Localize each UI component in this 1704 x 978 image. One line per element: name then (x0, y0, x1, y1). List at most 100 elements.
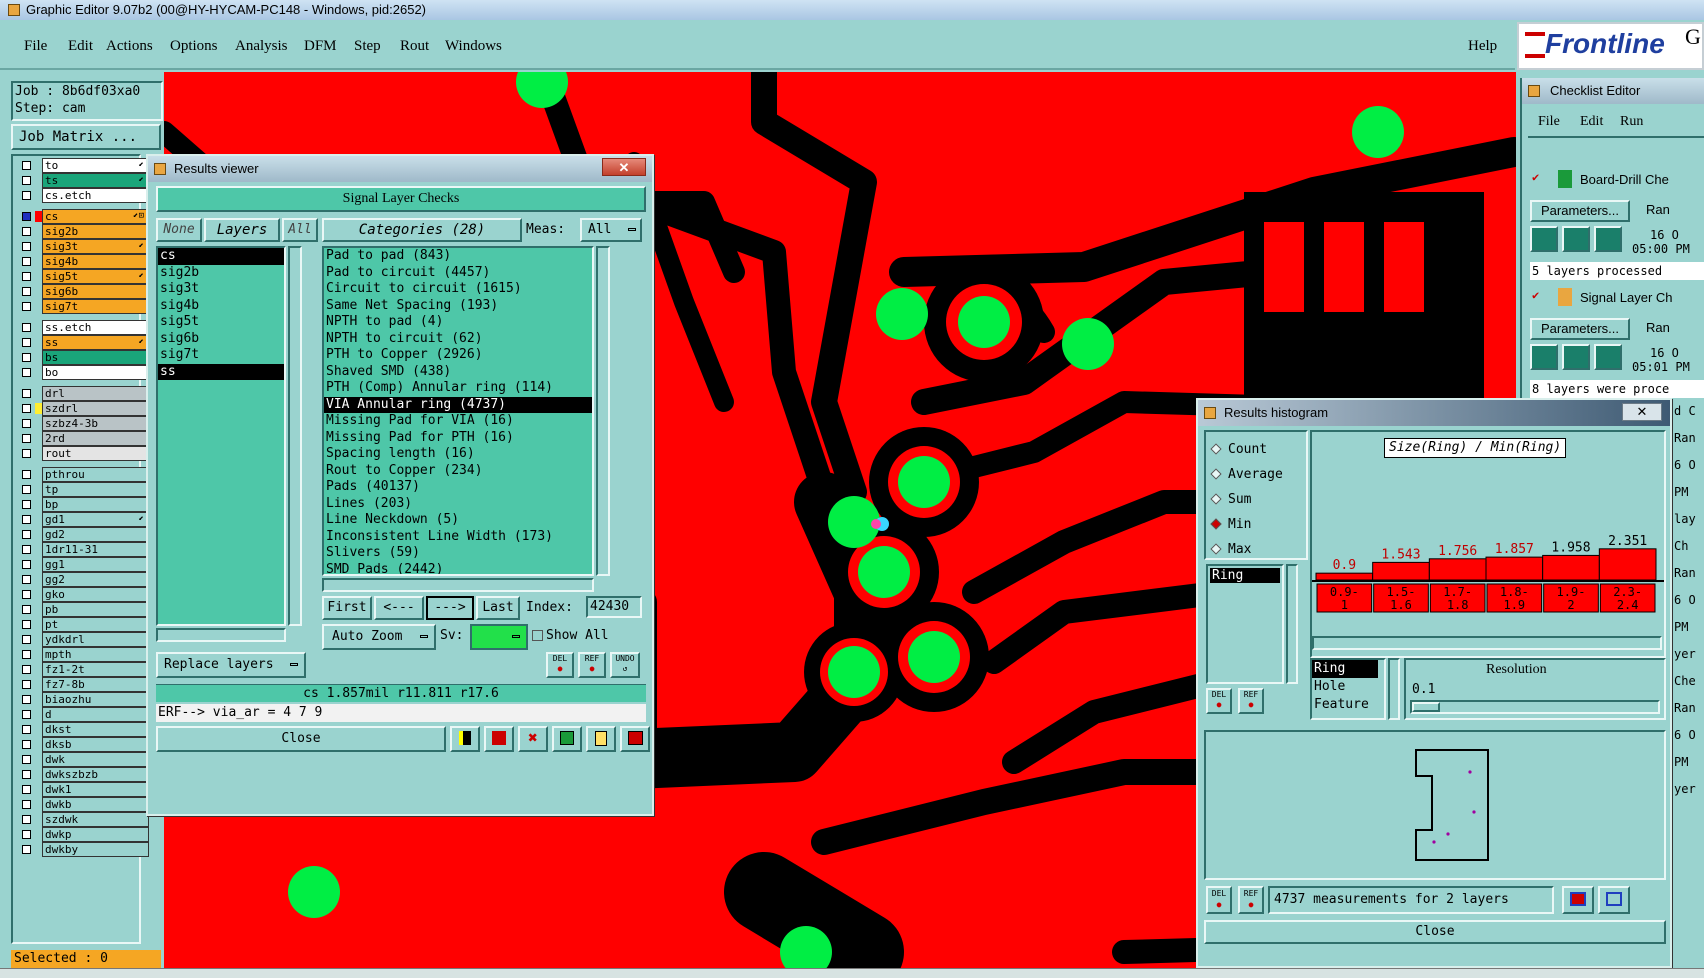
layer-name[interactable]: pthrou (42, 467, 149, 482)
layer-checkbox[interactable] (22, 605, 31, 614)
next-button[interactable]: ---> (426, 596, 474, 620)
layer-name[interactable]: gko (42, 587, 149, 602)
layer-row[interactable]: ydkdrl (18, 632, 149, 647)
histogram-bar[interactable] (1315, 572, 1374, 581)
layer-row[interactable]: pt (18, 617, 149, 632)
layer-row[interactable]: ss.etch (18, 320, 149, 335)
layer-row[interactable]: sig6b (18, 284, 149, 299)
category-item[interactable]: Same Net Spacing (193) (324, 298, 592, 315)
layer-checkbox[interactable] (22, 650, 31, 659)
layer-checkbox[interactable] (22, 434, 31, 443)
close-icon[interactable]: ✕ (1622, 403, 1662, 421)
resolution-slider[interactable] (1410, 700, 1660, 714)
none-button[interactable]: None (156, 218, 202, 242)
layer-checkbox[interactable] (22, 770, 31, 779)
all-button[interactable]: All (282, 218, 318, 242)
result-layer-item[interactable]: sig6b (158, 331, 284, 348)
layer-row[interactable]: szdwk (18, 812, 149, 827)
layer-row[interactable]: sig5t ⬋ (18, 269, 149, 284)
job-matrix-button[interactable]: Job Matrix ... (11, 124, 161, 150)
layer-name[interactable]: pt (42, 617, 149, 632)
layer-checkbox[interactable] (22, 272, 31, 281)
category-item[interactable]: Inconsistent Line Width (173) (324, 529, 592, 546)
layer-name[interactable]: bp (42, 497, 149, 512)
category-item[interactable]: Missing Pad for PTH (16) (324, 430, 592, 447)
index-field[interactable]: 42430 (586, 596, 642, 618)
layer-row[interactable]: fz7-8b (18, 677, 149, 692)
layer-checkbox[interactable] (22, 575, 31, 584)
layer-row[interactable]: gg1 (18, 557, 149, 572)
layer-checkbox[interactable] (22, 560, 31, 569)
layer-checkbox[interactable] (22, 680, 31, 689)
layer-name[interactable]: cs.etch (42, 188, 149, 203)
layer-name[interactable]: dwk (42, 752, 149, 767)
layer-name[interactable]: dwkb (42, 797, 149, 812)
categories-button[interactable]: Categories (28) (322, 218, 522, 242)
del-button[interactable]: DEL ● (1206, 688, 1232, 714)
layer-checkbox[interactable] (22, 419, 31, 428)
layer-row[interactable]: fz1-2t (18, 662, 149, 677)
feature-list[interactable]: Ring Hole Feature (1310, 658, 1386, 720)
layer-name[interactable]: gg2 (42, 572, 149, 587)
mode-radio[interactable]: Max (1210, 540, 1251, 560)
checklist-item-name[interactable]: Signal Layer Ch (1580, 290, 1673, 305)
tool-export-icon[interactable] (484, 726, 514, 752)
layer-result-list[interactable]: cs sig2b sig3t sig4b sig5t sig6b sig7t ss (156, 246, 286, 626)
del-button[interactable]: DEL ● (546, 652, 574, 678)
histogram-chart[interactable]: 0.9 0.9-1 1.543 1.5-1.6 1.756 1.7-1.8 1.857 1.8… (1312, 432, 1664, 632)
layer-name[interactable]: dksb (42, 737, 149, 752)
layer-row[interactable]: 1dr11-31 (18, 542, 149, 557)
layer-name[interactable]: ts (42, 173, 149, 188)
layer-row[interactable]: bo (18, 365, 149, 380)
layer-name[interactable]: sig2b (42, 224, 149, 239)
layer-name[interactable]: drl (42, 386, 149, 401)
run-icon[interactable] (1530, 344, 1558, 370)
feature-scrollbar[interactable] (1388, 658, 1400, 720)
check-icon[interactable]: ✔ (1532, 170, 1539, 184)
histogram-bar[interactable] (1428, 558, 1487, 581)
layer-row[interactable]: dkst (18, 722, 149, 737)
layer-row[interactable]: pb (18, 602, 149, 617)
close-button[interactable]: Close (156, 726, 446, 752)
parameters-button[interactable]: Parameters... (1530, 318, 1630, 340)
layer-checkbox[interactable] (22, 515, 31, 524)
category-list[interactable]: Pad to pad (843) Pad to circuit (4457) Cir… (322, 246, 594, 576)
layers-button[interactable]: Layers (204, 218, 280, 242)
layer-checkbox[interactable] (22, 530, 31, 539)
layer-checkbox[interactable] (22, 845, 31, 854)
layer-checkbox[interactable] (22, 176, 31, 185)
layer-checkbox[interactable] (22, 800, 31, 809)
layer-row[interactable]: dwkp (18, 827, 149, 842)
layer-name[interactable]: 1dr11-31 (42, 542, 149, 557)
layer-row[interactable]: sig2b (18, 224, 149, 239)
menu-dfm[interactable]: DFM (304, 38, 337, 55)
layer-checkbox[interactable] (22, 389, 31, 398)
checklist-menu-run[interactable]: Run (1620, 114, 1643, 130)
layer-name[interactable]: dwkp (42, 827, 149, 842)
menu-step[interactable]: Step (354, 38, 381, 55)
category-item[interactable]: Pad to pad (843) (324, 248, 592, 265)
layer-checkbox[interactable] (22, 161, 31, 170)
zoom-area-icon[interactable] (1598, 886, 1630, 914)
chart-hscrollbar[interactable] (1312, 636, 1662, 650)
layer-checkbox[interactable] (22, 635, 31, 644)
layer-name[interactable]: dwk1 (42, 782, 149, 797)
layer-checkbox[interactable] (22, 590, 31, 599)
layer-checkbox[interactable] (22, 710, 31, 719)
layer-checkbox[interactable] (22, 830, 31, 839)
result-layer-item[interactable]: sig3t (158, 281, 284, 298)
menu-rout[interactable]: Rout (400, 38, 429, 55)
run-step-icon[interactable] (1562, 226, 1590, 252)
tool-info-icon[interactable] (450, 726, 480, 752)
menu-options[interactable]: Options (170, 38, 218, 55)
feature-item[interactable]: Ring (1312, 660, 1378, 678)
tool-report-icon[interactable] (586, 726, 616, 752)
layer-checkbox[interactable] (22, 338, 31, 347)
show-all-checkbox[interactable] (532, 630, 543, 641)
layer-checkbox[interactable] (22, 725, 31, 734)
layer-checkbox[interactable] (22, 545, 31, 554)
ref-button[interactable]: REF ● (578, 652, 606, 678)
layer-name[interactable]: fz1-2t (42, 662, 149, 677)
prev-button[interactable]: <--- (374, 596, 424, 620)
layer-name[interactable]: gd1 (42, 512, 149, 527)
